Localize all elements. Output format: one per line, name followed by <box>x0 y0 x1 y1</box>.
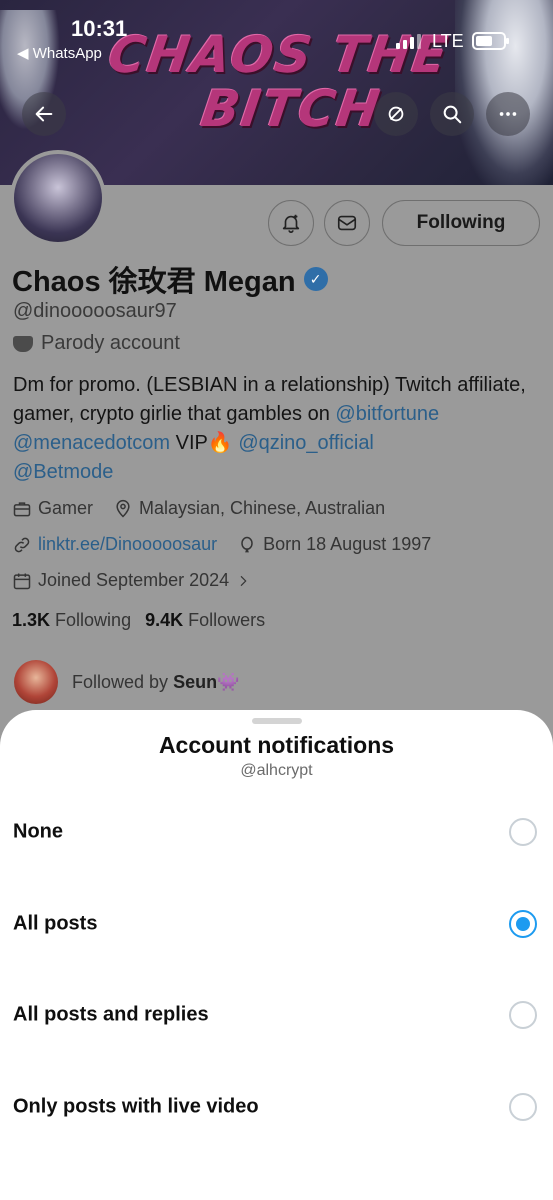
option-label: Only posts with live video <box>13 1095 259 1118</box>
follower-avatar <box>14 660 58 704</box>
radio-button[interactable] <box>509 818 537 846</box>
sheet-title: Account notifications <box>158 732 395 758</box>
joined-text: Joined September 2024 <box>38 570 230 590</box>
calendar-icon <box>13 573 31 589</box>
following-button[interactable]: Following <box>382 200 540 246</box>
bio-mention-link[interactable]: @qzino_official <box>238 432 374 454</box>
profile-bio: Dm for promo. (LESBIAN in a relationship… <box>13 371 543 487</box>
bio-text: Dm for promo. (LESBIAN in a relationship… <box>13 374 526 425</box>
profile-meta-row-2: linktr.ee/Dinooooosaur Born 18 August 19… <box>12 534 431 555</box>
message-button[interactable] <box>324 200 370 246</box>
balloon-icon <box>241 536 253 552</box>
envelope-icon <box>337 215 357 231</box>
website-link[interactable]: linktr.ee/Dinooooosaur <box>38 534 217 555</box>
sheet-grabber-handle[interactable] <box>252 718 302 724</box>
parody-label-text: Parody account <box>41 332 180 354</box>
network-label: LTE <box>432 31 464 51</box>
user-handle: @dinooooosaur97 <box>13 300 177 322</box>
battery-icon <box>472 32 509 50</box>
profile-avatar[interactable] <box>10 150 106 246</box>
account-notifications-sheet: Account notifications @alhcrypt None All… <box>0 710 553 1200</box>
bell-plus-icon <box>282 214 300 233</box>
following-count: 1.3K <box>12 610 51 630</box>
profile-meta-row-3[interactable]: Joined September 2024 <box>12 570 251 591</box>
display-name: Chaos 徐玫君 Megan ✓ <box>12 258 328 300</box>
option-label: All posts and replies <box>13 1003 209 1026</box>
signal-icon <box>396 33 424 49</box>
briefcase-icon <box>13 501 31 516</box>
location-text: Malaysian, Chinese, Australian <box>139 498 386 518</box>
location-pin-icon <box>116 499 130 518</box>
followers-count: 9.4K <box>145 610 184 630</box>
followers-stat[interactable]: 9.4K Followers <box>145 610 265 631</box>
bio-mention-link[interactable]: @bitfortune <box>335 403 439 425</box>
category-text: Gamer <box>38 498 94 518</box>
bio-mention-link[interactable]: @menacedotcom <box>13 432 170 454</box>
followed-by-row[interactable]: Followed by Seun👾 <box>14 660 239 704</box>
more-icon <box>499 112 517 116</box>
following-stat-label: Following <box>55 610 132 630</box>
grok-button[interactable] <box>374 92 418 136</box>
link-icon <box>14 537 30 552</box>
option-label: All posts <box>13 912 98 935</box>
search-button[interactable] <box>430 92 474 136</box>
notification-option-all-posts-and-replies[interactable]: All posts and replies <box>0 975 553 1055</box>
sheet-subtitle: @alhcrypt <box>240 762 313 779</box>
more-button[interactable] <box>486 92 530 136</box>
radio-button[interactable] <box>509 1093 537 1121</box>
display-name-text: Chaos 徐玫君 Megan <box>12 266 296 298</box>
followed-by-name: Seun👾 <box>173 671 240 692</box>
notification-option-none[interactable]: None <box>0 792 553 872</box>
radio-button[interactable] <box>509 1001 537 1029</box>
notification-option-all-posts[interactable]: All posts <box>0 884 553 964</box>
radio-button-selected[interactable] <box>509 910 537 938</box>
search-icon <box>443 105 462 124</box>
chevron-right-icon <box>240 575 247 586</box>
notifications-button[interactable] <box>268 200 314 246</box>
bio-mention-link[interactable]: @Betmode <box>13 461 113 483</box>
bio-text: VIP🔥 <box>170 432 239 454</box>
profile-meta-row-1: Gamer Malaysian, Chinese, Australian <box>12 498 385 519</box>
arrow-left-icon <box>35 106 53 122</box>
mask-icon <box>13 335 33 352</box>
back-button[interactable] <box>22 92 66 136</box>
parody-label: Parody account <box>13 332 180 355</box>
verified-badge-icon[interactable]: ✓ <box>303 267 328 291</box>
birthday-text: Born 18 August 1997 <box>263 534 432 554</box>
following-stat[interactable]: 1.3K Following <box>12 610 131 631</box>
back-to-app-link[interactable]: ◀ WhatsApp <box>17 44 102 62</box>
grok-icon <box>388 106 404 122</box>
followers-stat-label: Followers <box>188 610 266 630</box>
follow-stats: 1.3K Following 9.4K Followers <box>12 610 265 631</box>
followed-by-text: Followed by <box>72 671 174 692</box>
notification-option-live-video[interactable]: Only posts with live video <box>0 1067 553 1147</box>
status-time: 10:31 <box>71 16 128 41</box>
option-label: None <box>13 820 63 843</box>
